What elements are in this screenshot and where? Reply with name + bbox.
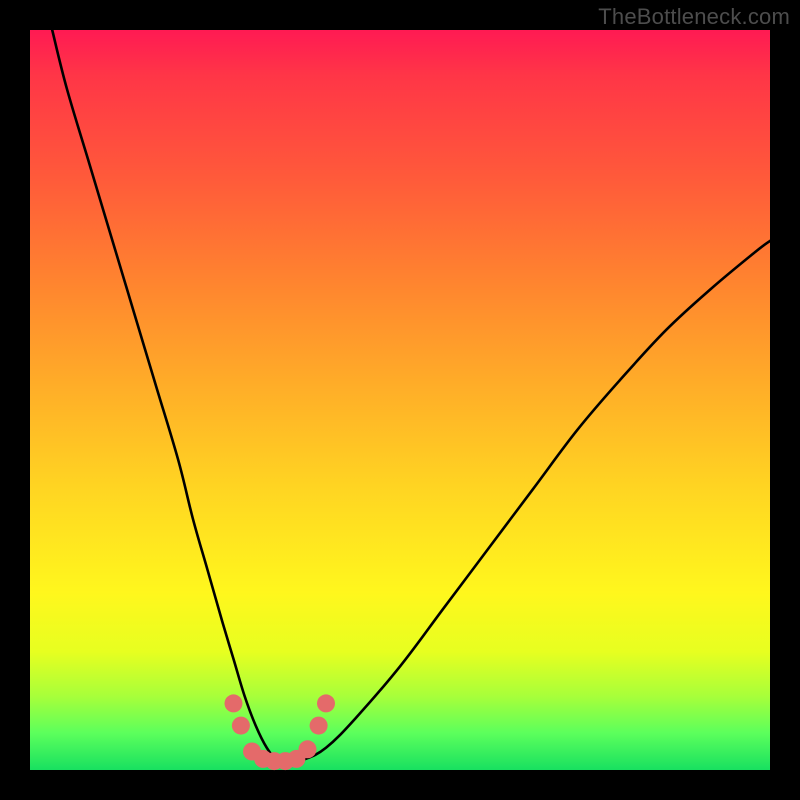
marker-group xyxy=(225,694,336,770)
watermark-text: TheBottleneck.com xyxy=(598,4,790,30)
plot-area xyxy=(30,30,770,770)
marker-point xyxy=(232,717,250,735)
marker-point xyxy=(299,740,317,758)
chart-frame: TheBottleneck.com xyxy=(0,0,800,800)
marker-point xyxy=(225,694,243,712)
curve-svg xyxy=(30,30,770,770)
marker-point xyxy=(310,717,328,735)
bottleneck-curve xyxy=(52,30,770,763)
marker-point xyxy=(317,694,335,712)
